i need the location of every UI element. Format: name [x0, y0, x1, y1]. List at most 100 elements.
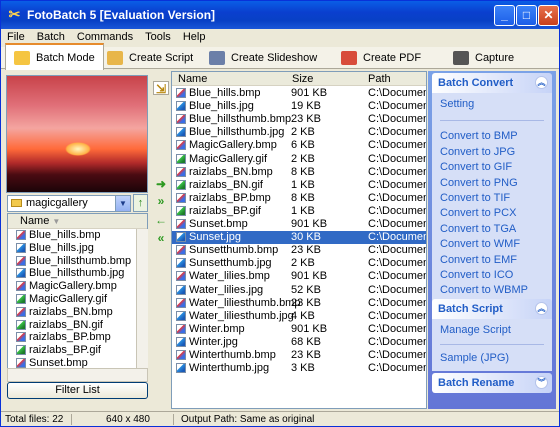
batch-file-list[interactable]: Name Size Path Blue_hills.bmp 901 KB C:\Do… — [171, 71, 427, 409]
convert-link[interactable]: Convert to JPG — [440, 145, 544, 160]
sample-jpg-link[interactable]: Sample (JPG) — [440, 351, 544, 366]
table-row[interactable]: raizlabs_BN.bmp 8 KB C:\Documen... — [172, 166, 426, 179]
convert-link[interactable]: Convert to TGA — [440, 222, 544, 237]
convert-link[interactable]: Convert to BMP — [440, 129, 544, 144]
expand-icon[interactable]: ︾ — [535, 376, 548, 389]
file-list-item[interactable]: raizlabs_BP.gif — [8, 344, 147, 357]
table-row[interactable]: Water_liliesthumb.bmp23 KB C:\Documen... — [172, 297, 426, 310]
menu-commands[interactable]: Commands — [71, 29, 139, 43]
row-size: 3 KB — [291, 362, 315, 375]
jpg-file-icon — [176, 127, 186, 138]
row-size: 30 KB — [291, 231, 321, 244]
table-row[interactable]: raizlabs_BN.gif 1 KB C:\Documen... — [172, 178, 426, 192]
table-row[interactable]: raizlabs_BP.bmp 8 KB C:\Documen... — [172, 191, 426, 205]
convert-link[interactable]: Convert to TIF — [440, 191, 544, 206]
file-list-item[interactable]: Blue_hills.jpg — [8, 242, 147, 255]
tab-create-pdf[interactable]: Create PDF — [341, 47, 421, 69]
menu-file[interactable]: File — [1, 29, 31, 43]
file-name: MagicGallery.bmp — [29, 280, 117, 293]
convert-link[interactable]: Convert to PNG — [440, 176, 544, 191]
col-path[interactable]: Path — [368, 73, 391, 85]
table-row[interactable]: Sunsetthumb.jpg 2 KB C:\Documen... — [172, 257, 426, 270]
convert-link[interactable]: Convert to PCX — [440, 206, 544, 221]
remove-arrow-icon[interactable]: ← — [153, 213, 169, 227]
file-list-item[interactable]: raizlabs_BN.bmp — [8, 306, 147, 319]
collapse-icon[interactable]: ︽ — [535, 302, 548, 315]
batch-convert-header[interactable]: Batch Convert ︽ — [432, 73, 552, 93]
file-list-item[interactable]: MagicGallery.gif — [8, 293, 147, 306]
convert-link[interactable]: Convert to ICO — [440, 268, 544, 283]
convert-link[interactable]: Convert to WBMP — [440, 283, 544, 298]
file-list-item[interactable]: raizlabs_BP.bmp — [8, 331, 147, 344]
chevron-down-icon[interactable]: ▼ — [115, 196, 130, 211]
row-size: 1 KB — [291, 204, 315, 217]
row-path: C:\Documen... — [368, 178, 426, 191]
table-row[interactable]: raizlabs_BP.gif 1 KB C:\Documen... — [172, 204, 426, 218]
menu-help[interactable]: Help — [177, 29, 212, 43]
bmp-file-icon — [16, 332, 26, 343]
table-row[interactable]: Blue_hillsthumb.jpg 2 KB C:\Documen... — [172, 126, 426, 139]
add-arrow-icon[interactable]: ➜ — [153, 177, 169, 191]
col-name[interactable]: Name — [178, 73, 207, 85]
table-row[interactable]: MagicGallery.gif 2 KB C:\Documen... — [172, 153, 426, 166]
batch-script-header[interactable]: Batch Script ︽ — [432, 299, 552, 319]
col-size[interactable]: Size — [292, 73, 313, 85]
batch-convert-title: Batch Convert — [438, 77, 514, 89]
file-list-hscrollbar[interactable] — [7, 368, 148, 382]
row-path: C:\Documen... — [368, 191, 426, 204]
file-list-item[interactable]: Blue_hills.bmp — [8, 229, 147, 242]
status-total-files: Total files: 22 — [5, 414, 64, 425]
table-row[interactable]: Blue_hillsthumb.bmp23 KB C:\Documen... — [172, 113, 426, 126]
maximize-button[interactable]: □ — [516, 5, 537, 26]
convert-link[interactable]: Convert to EMF — [440, 253, 544, 268]
filter-list-button[interactable]: Filter List — [7, 382, 148, 399]
table-row[interactable]: Water_lilies.jpg 52 KB C:\Documen... — [172, 284, 426, 297]
menu-tools[interactable]: Tools — [139, 29, 177, 43]
menu-batch[interactable]: Batch — [31, 29, 71, 43]
tab-create-script[interactable]: Create Script — [107, 47, 193, 69]
manage-script-link[interactable]: Manage Script — [440, 323, 544, 338]
table-row[interactable]: Winterthumb.jpg 3 KB C:\Documen... — [172, 362, 426, 375]
table-row[interactable]: Sunsetthumb.bmp 23 KB C:\Documen... — [172, 244, 426, 257]
setting-link[interactable]: Setting — [440, 97, 544, 112]
row-size: 23 KB — [291, 113, 321, 126]
pdf-icon — [341, 51, 357, 66]
table-row[interactable]: Water_liliesthumb.jpg4 KB C:\Documen... — [172, 310, 426, 323]
file-list[interactable]: Name ▼ Blue_hills.bmp Blue_hills.jpg Blue_… — [7, 213, 148, 380]
file-list-item[interactable]: Blue_hillsthumb.jpg — [8, 267, 147, 280]
convert-link[interactable]: Convert to WMF — [440, 237, 544, 252]
table-row[interactable]: Blue_hills.bmp 901 KB C:\Documen... — [172, 87, 426, 100]
table-row[interactable]: Winter.bmp 901 KB C:\Documen... — [172, 323, 426, 336]
close-button[interactable]: ✕ — [538, 5, 559, 26]
tab-create-slideshow[interactable]: Create Slideshow — [209, 47, 317, 69]
up-folder-button[interactable]: ↑ — [133, 194, 148, 212]
table-row[interactable]: Winterthumb.bmp 23 KB C:\Documen... — [172, 349, 426, 362]
minimize-button[interactable]: _ — [494, 5, 515, 26]
collapse-icon[interactable]: ︽ — [535, 76, 548, 89]
name-column-header[interactable]: Name — [20, 215, 49, 227]
table-row[interactable]: Sunset.jpg 30 KB C:\Documen... — [172, 231, 426, 245]
remove-all-arrow-icon[interactable]: « — [153, 231, 169, 245]
gif-file-icon — [176, 179, 186, 190]
table-row[interactable]: MagicGallery.bmp 6 KB C:\Documen... — [172, 139, 426, 152]
table-row[interactable]: Sunset.bmp 901 KB C:\Documen... — [172, 218, 426, 231]
tab-batch-mode[interactable]: Batch Mode — [5, 43, 104, 70]
file-list-scrollbar[interactable] — [136, 229, 148, 368]
file-list-item[interactable]: Blue_hillsthumb.bmp — [8, 255, 147, 268]
tab-capture[interactable]: Capture — [453, 47, 514, 69]
file-list-item[interactable]: raizlabs_BN.gif — [8, 319, 147, 332]
table-row[interactable]: Blue_hills.jpg 19 KB C:\Documen... — [172, 100, 426, 113]
table-row[interactable]: Winter.jpg 68 KB C:\Documen... — [172, 336, 426, 349]
table-row[interactable]: Water_lilies.bmp 901 KB C:\Documen... — [172, 270, 426, 283]
add-all-arrow-icon[interactable]: » — [153, 194, 169, 208]
folder-add-icon[interactable]: ⇲ — [153, 81, 169, 96]
gif-file-icon — [16, 294, 26, 305]
batch-rename-header[interactable]: Batch Rename ︾ — [432, 373, 552, 393]
row-name: Blue_hillsthumb.bmp — [189, 113, 292, 126]
gif-file-icon — [176, 205, 186, 216]
file-list-item[interactable]: MagicGallery.bmp — [8, 280, 147, 293]
folder-combo[interactable]: magicgallery ▼ — [7, 195, 131, 212]
convert-link[interactable]: Convert to GIF — [440, 160, 544, 175]
file-list-header[interactable]: Name ▼ — [8, 214, 147, 229]
bmp-file-icon — [16, 358, 26, 369]
